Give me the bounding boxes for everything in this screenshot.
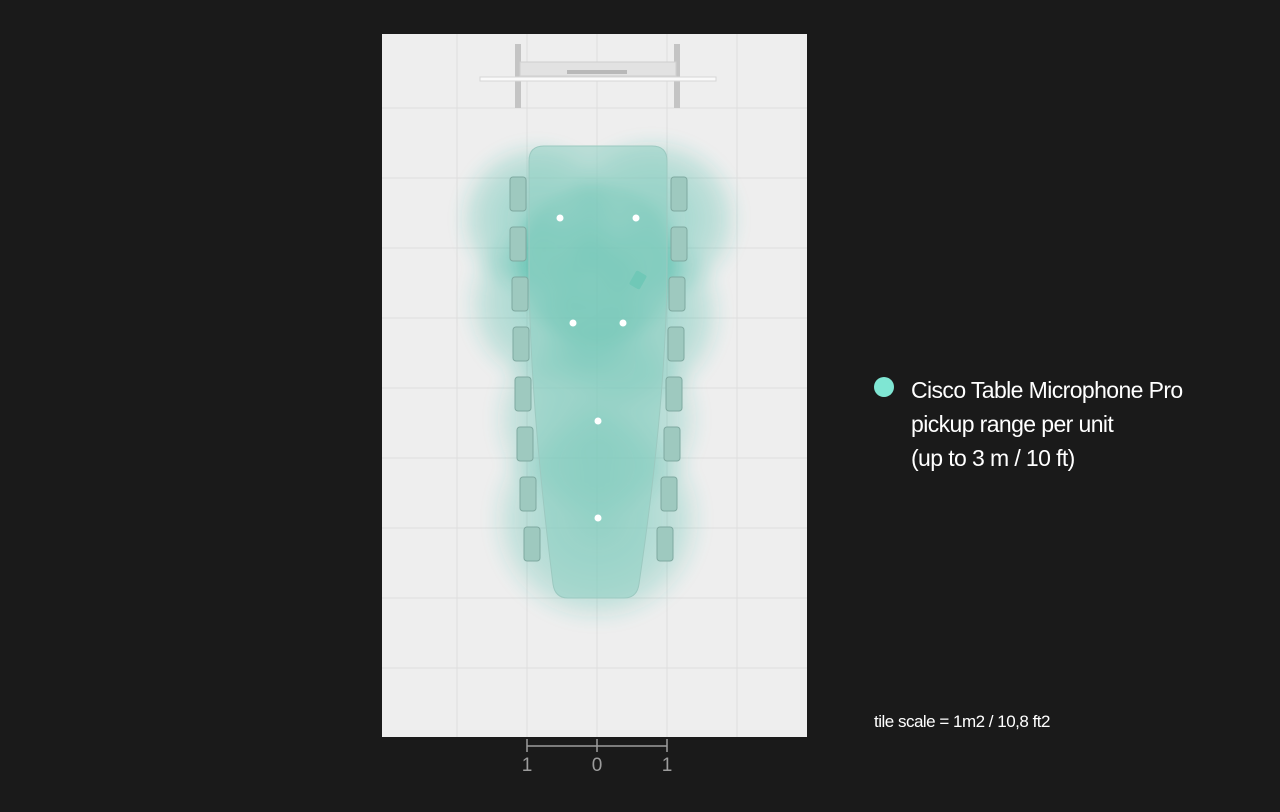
scale-label-center: 0 <box>591 755 603 776</box>
microphone-unit <box>556 214 564 222</box>
scale-bar-ruler <box>526 739 668 752</box>
legend-line-2: pickup range per unit <box>911 411 1114 437</box>
microphone-unit <box>632 214 640 222</box>
microphone-unit <box>594 514 602 522</box>
diagram-stage: 1 0 1 Cisco Table Microphone Pro pickup … <box>0 0 1280 812</box>
microphone-unit <box>594 417 602 425</box>
floor-plan-drawing <box>382 34 807 737</box>
microphone-unit <box>569 319 577 327</box>
tile-scale-note: tile scale = 1m2 / 10,8 ft2 <box>874 712 1050 731</box>
microphone-unit <box>619 319 627 327</box>
conference-table <box>528 145 668 599</box>
legend-line-1: Cisco Table Microphone Pro <box>911 377 1183 403</box>
legend-color-dot <box>874 377 894 397</box>
legend-line-3: (up to 3 m / 10 ft) <box>911 445 1075 471</box>
room-floor-plan <box>382 34 807 737</box>
scale-label-left: 1 <box>521 755 533 776</box>
scale-bar: 1 0 1 <box>510 734 685 784</box>
video-bar-display <box>479 44 717 108</box>
legend-text: Cisco Table Microphone Pro pickup range … <box>911 373 1183 475</box>
scale-label-right: 1 <box>661 755 673 776</box>
